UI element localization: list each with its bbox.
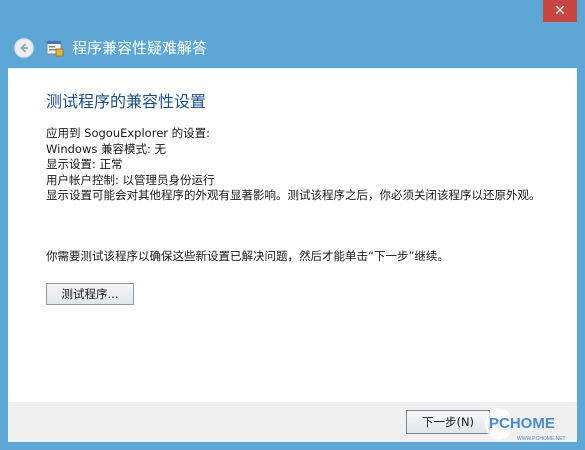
troubleshooter-app-icon (46, 40, 64, 57)
settings-summary: 应用到 SogouExplorer 的设置: Windows 兼容模式: 无 显… (46, 126, 566, 204)
display-warning-text: 显示设置可能会对其他程序的外观有显著影响。测试该程序之后，你必须关闭该程序以还原… (46, 188, 541, 202)
troubleshooter-window: ✕ 程序兼容性疑难解答 测试程序的兼容性设置 应用到 SogouExplorer… (0, 0, 585, 450)
wizard-header: 程序兼容性疑难解答 (8, 30, 577, 68)
back-button[interactable] (14, 38, 34, 58)
header-title: 程序兼容性疑难解答 (72, 39, 208, 57)
watermark-url-text: WWW.PCHOME.NET (517, 436, 566, 442)
arrow-left-icon (20, 43, 28, 53)
page-title: 测试程序的兼容性设置 (46, 92, 207, 111)
test-notice-text: 你需要测试该程序以确保这些新设置已解决问题，然后才能单击“下一步”继续。 (46, 249, 449, 263)
watermark-logo-text: PCHOME (489, 415, 555, 432)
title-bar: ✕ (0, 0, 585, 30)
test-program-button[interactable]: 测试程序... (46, 283, 134, 305)
uac-text: 用户帐户控制: 以管理员身份运行 (46, 172, 215, 187)
next-button[interactable]: 下一步(N) (406, 410, 490, 434)
compat-mode-text: Windows 兼容模式: 无 (46, 141, 167, 156)
content-panel: 测试程序的兼容性设置 应用到 SogouExplorer 的设置: Window… (8, 68, 577, 402)
display-settings-text: 显示设置: 正常 (46, 157, 123, 171)
applied-to-text: 应用到 SogouExplorer 的设置: (46, 126, 211, 140)
pchome-watermark: PCHOME WWW.PCHOME.NET (485, 408, 566, 442)
close-button[interactable]: ✕ (543, 0, 577, 22)
